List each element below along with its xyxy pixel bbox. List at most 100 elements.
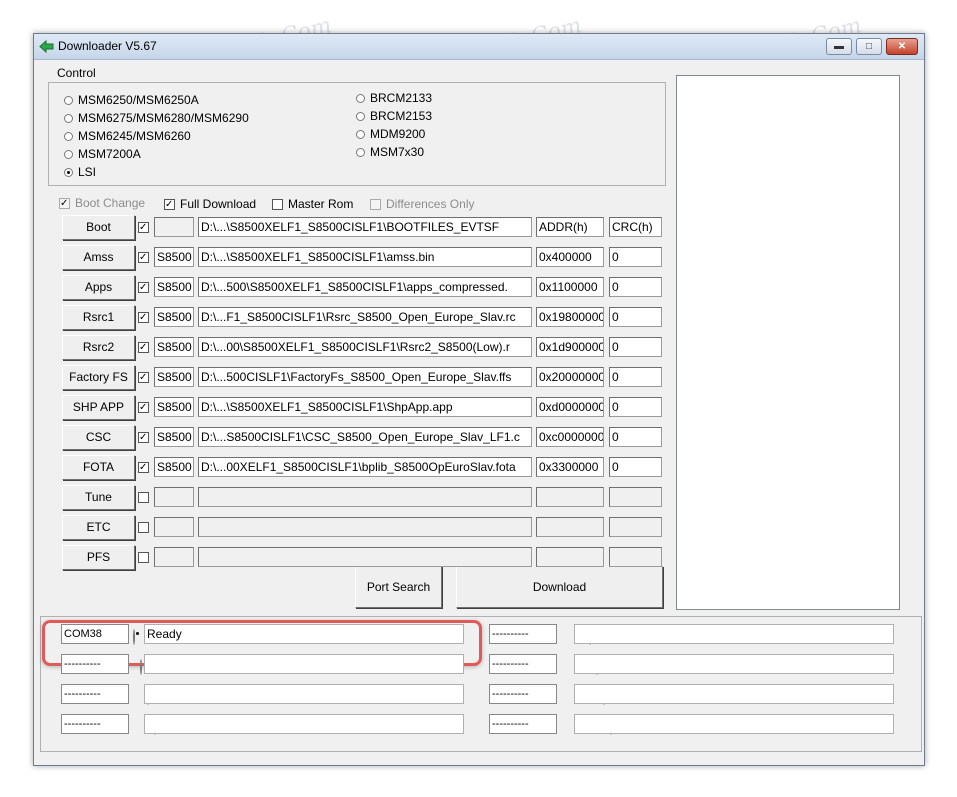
master-rom-checkbox[interactable] bbox=[272, 198, 283, 210]
file-addr-field[interactable] bbox=[536, 517, 604, 537]
file-addr-field[interactable]: 0x3300000 bbox=[536, 457, 604, 477]
file-crc-field[interactable]: 0 bbox=[609, 307, 662, 327]
download-button[interactable]: Download bbox=[456, 566, 663, 608]
radio-button[interactable] bbox=[356, 129, 365, 139]
close-button[interactable]: ✕ bbox=[886, 38, 918, 55]
radio-button[interactable] bbox=[64, 95, 73, 105]
file-crc-field[interactable] bbox=[609, 517, 662, 537]
file-crc-field[interactable]: 0 bbox=[609, 427, 662, 447]
file-enable-checkbox[interactable] bbox=[138, 492, 149, 503]
file-path-field[interactable] bbox=[198, 487, 532, 507]
file-path-field[interactable]: D:\...00XELF1_S8500CISLF1\bplib_S8500OpE… bbox=[198, 457, 532, 477]
file-path-field[interactable]: D:\...S8500CISLF1\CSC_S8500_Open_Europe_… bbox=[198, 427, 532, 447]
chipset-label: MSM6275/MSM6280/MSM6290 bbox=[78, 111, 249, 125]
file-path-field[interactable]: D:\...500CISLF1\FactoryFs_S8500_Open_Eur… bbox=[198, 367, 532, 387]
com-port-label: ---------- bbox=[489, 714, 557, 734]
minimize-button[interactable]: ▬ bbox=[826, 38, 852, 55]
radio-button[interactable] bbox=[64, 167, 73, 177]
file-button[interactable]: Tune bbox=[62, 485, 135, 510]
radio-button[interactable] bbox=[356, 93, 365, 103]
file-path-field[interactable]: D:\...F1_S8500CISLF1\Rsrc_S8500_Open_Eur… bbox=[198, 307, 532, 327]
file-enable-checkbox[interactable] bbox=[138, 522, 149, 533]
file-crc-field[interactable]: CRC(h) bbox=[609, 217, 662, 237]
maximize-button[interactable]: □ bbox=[856, 38, 882, 55]
chipset-option[interactable]: BRCM2153 bbox=[356, 109, 432, 123]
file-addr-field[interactable] bbox=[536, 547, 604, 567]
file-addr-field[interactable]: 0x20000000 bbox=[536, 367, 604, 387]
file-button[interactable]: Boot bbox=[62, 215, 135, 240]
file-button[interactable]: Rsrc1 bbox=[62, 305, 135, 330]
radio-button[interactable] bbox=[356, 147, 365, 157]
port-status-field: Ready bbox=[144, 624, 464, 644]
file-crc-field[interactable] bbox=[609, 547, 662, 567]
chipset-option[interactable]: MSM6250/MSM6250A bbox=[64, 93, 199, 107]
title-bar[interactable]: Downloader V5.67 ▬ □ ✕ bbox=[34, 34, 924, 60]
downloader-window: Downloader V5.67 ▬ □ ✕ Control Boot Chan… bbox=[33, 33, 925, 766]
file-path-field[interactable]: D:\...\S8500XELF1_S8500CISLF1\BOOTFILES_… bbox=[198, 217, 532, 237]
file-enable-checkbox[interactable] bbox=[138, 252, 149, 263]
full-download-checkbox[interactable] bbox=[164, 198, 175, 210]
file-crc-field[interactable]: 0 bbox=[609, 397, 662, 417]
file-button[interactable]: CSC bbox=[62, 425, 135, 450]
file-button[interactable]: Factory FS bbox=[62, 365, 135, 390]
file-crc-field[interactable]: 0 bbox=[609, 247, 662, 267]
file-addr-field[interactable]: 0xd0000000 bbox=[536, 397, 604, 417]
file-button[interactable]: Rsrc2 bbox=[62, 335, 135, 360]
chipset-option[interactable]: MSM7x30 bbox=[356, 145, 424, 159]
file-button[interactable]: SHP APP bbox=[62, 395, 135, 420]
chipset-label: MSM7x30 bbox=[370, 145, 425, 159]
chipset-option[interactable]: BRCM2133 bbox=[356, 91, 432, 105]
file-addr-field[interactable]: 0x1d900000 bbox=[536, 337, 604, 357]
file-path-field[interactable] bbox=[198, 517, 532, 537]
file-path-field[interactable] bbox=[198, 547, 532, 567]
file-crc-field[interactable] bbox=[609, 487, 662, 507]
file-enable-checkbox[interactable] bbox=[138, 372, 149, 383]
log-pane[interactable] bbox=[676, 75, 900, 610]
full-download-option[interactable]: Full Download bbox=[164, 197, 256, 211]
chipset-option[interactable]: MSM6245/MSM6260 bbox=[64, 129, 191, 143]
file-enable-checkbox[interactable] bbox=[138, 282, 149, 293]
chipset-option[interactable]: MSM6275/MSM6280/MSM6290 bbox=[64, 111, 249, 125]
master-rom-option[interactable]: Master Rom bbox=[272, 197, 353, 211]
file-crc-field[interactable]: 0 bbox=[609, 277, 662, 297]
port-radio[interactable] bbox=[133, 629, 135, 645]
file-button[interactable]: Apps bbox=[62, 275, 135, 300]
port-search-button[interactable]: Port Search bbox=[355, 566, 442, 608]
file-crc-field[interactable]: 0 bbox=[609, 367, 662, 387]
green-arrow-icon bbox=[39, 39, 54, 54]
file-addr-field[interactable]: 0xc0000000 bbox=[536, 427, 604, 447]
file-addr-field[interactable]: 0x400000 bbox=[536, 247, 604, 267]
port-radio[interactable] bbox=[140, 659, 142, 675]
file-button[interactable]: ETC bbox=[62, 515, 135, 540]
file-enable-checkbox[interactable] bbox=[138, 342, 149, 353]
chipset-option[interactable]: MDM9200 bbox=[356, 127, 425, 141]
file-addr-field[interactable]: ADDR(h) bbox=[536, 217, 604, 237]
file-addr-field[interactable]: 0x1100000 bbox=[536, 277, 604, 297]
radio-button[interactable] bbox=[64, 149, 73, 159]
file-button[interactable]: FOTA bbox=[62, 455, 135, 480]
file-path-field[interactable]: D:\...00\S8500XELF1_S8500CISLF1\Rsrc2_S8… bbox=[198, 337, 532, 357]
file-enable-checkbox[interactable] bbox=[138, 432, 149, 443]
file-path-field[interactable]: D:\...500\S8500XELF1_S8500CISLF1\apps_co… bbox=[198, 277, 532, 297]
file-path-field[interactable]: D:\...\S8500XELF1_S8500CISLF1\amss.bin bbox=[198, 247, 532, 267]
file-button[interactable]: PFS bbox=[62, 545, 135, 570]
file-enable-checkbox[interactable] bbox=[138, 312, 149, 323]
chipset-option[interactable]: LSI bbox=[64, 165, 96, 179]
file-addr-field[interactable] bbox=[536, 487, 604, 507]
file-path-field[interactable]: D:\...\S8500XELF1_S8500CISLF1\ShpApp.app bbox=[198, 397, 532, 417]
file-prefix-field: S8500 bbox=[154, 277, 194, 297]
file-enable-checkbox[interactable] bbox=[138, 552, 149, 563]
radio-button[interactable] bbox=[64, 113, 73, 123]
com-port-label: ---------- bbox=[61, 714, 129, 734]
chipset-label: MSM6245/MSM6260 bbox=[78, 129, 191, 143]
radio-button[interactable] bbox=[64, 131, 73, 141]
chipset-option[interactable]: MSM7200A bbox=[64, 147, 141, 161]
file-enable-checkbox[interactable] bbox=[138, 222, 149, 233]
radio-button[interactable] bbox=[356, 111, 365, 121]
file-addr-field[interactable]: 0x19800000 bbox=[536, 307, 604, 327]
file-crc-field[interactable]: 0 bbox=[609, 337, 662, 357]
file-enable-checkbox[interactable] bbox=[138, 402, 149, 413]
file-enable-checkbox[interactable] bbox=[138, 462, 149, 473]
file-crc-field[interactable]: 0 bbox=[609, 457, 662, 477]
file-button[interactable]: Amss bbox=[62, 245, 135, 270]
